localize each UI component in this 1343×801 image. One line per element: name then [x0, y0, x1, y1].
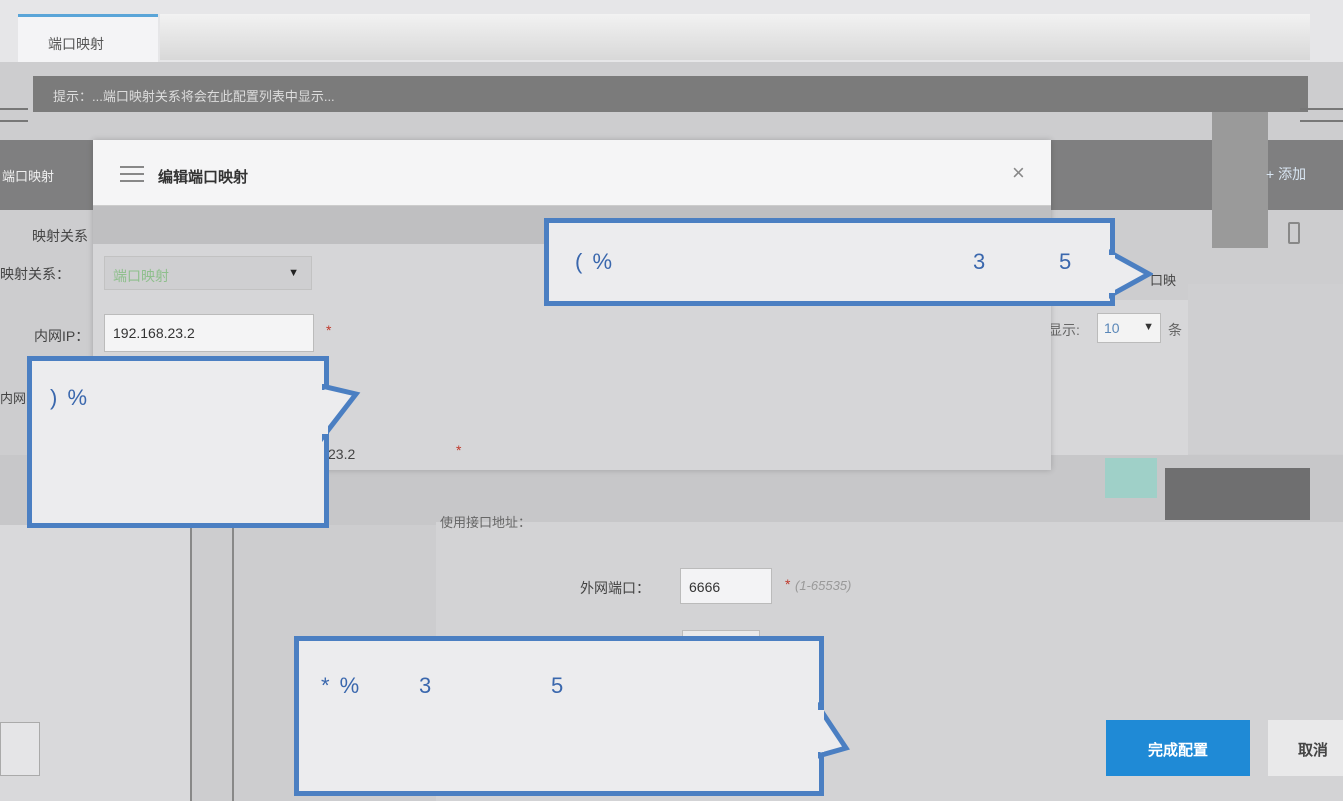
chevron-down-icon: ▼: [288, 267, 299, 279]
inner-ip-input[interactable]: 192.168.23.2: [104, 314, 314, 352]
callout-f: ) %: [27, 356, 329, 528]
background-title: 端口映射: [2, 169, 55, 184]
trash-icon[interactable]: [1288, 222, 1300, 244]
garbled-teal-block: [1105, 458, 1157, 498]
notice-bar: 提示：...端口映射关系将会在此配置列表中显示...: [33, 76, 1308, 112]
mapping-select[interactable]: 端口映射 ▼: [104, 256, 312, 290]
external-port-input[interactable]: 6666: [680, 568, 772, 604]
callout-g-num2: 5: [551, 673, 566, 698]
callout-f-text: ) %: [50, 385, 89, 410]
callout-g-pointer: [818, 702, 850, 759]
menu-icon: [0, 108, 28, 122]
partial-label: 内网: [0, 391, 27, 406]
callout-g-text: * %: [321, 673, 362, 698]
callout-f-pointer: [322, 384, 361, 442]
menu-icon: [120, 166, 144, 182]
close-icon[interactable]: ×: [1012, 160, 1025, 186]
tab-port-mapping[interactable]: 端口映射: [18, 14, 158, 62]
finish-config-button[interactable]: 完成配置: [1106, 720, 1250, 776]
cancel-button[interactable]: 取消: [1268, 720, 1343, 776]
background-column: [1212, 112, 1268, 248]
callout-g: * % 3 5: [294, 636, 824, 796]
page-size-value: 10: [1104, 320, 1120, 336]
tab-bar-filler: [160, 14, 1310, 60]
garbled-dark-block: [1165, 468, 1310, 520]
required-marker: *: [326, 322, 332, 338]
required-marker: *: [456, 442, 462, 458]
callout-e-num2: 5: [1059, 249, 1074, 274]
modal-title: 编辑端口映射: [158, 169, 249, 186]
use-interface-label: 使用接口地址：: [440, 515, 532, 530]
port-range-hint: (1-65535): [795, 578, 852, 593]
required-marker: *: [785, 576, 791, 592]
lower-left-button[interactable]: [0, 722, 40, 776]
callout-e-num1: 3: [973, 249, 988, 274]
callout-e-pointer: [1109, 249, 1153, 299]
mapping-label: 映射关系：: [0, 266, 70, 282]
add-button[interactable]: + 添加: [1266, 164, 1306, 184]
chevron-down-icon: ▼: [1143, 321, 1154, 333]
callout-e-text: ( %: [575, 249, 614, 274]
divider: [232, 525, 234, 801]
page-size-label: 显示:: [1048, 322, 1080, 338]
divider: [190, 525, 192, 801]
column-header-mapping: 映射关系: [32, 228, 88, 244]
right-strip: [1188, 284, 1343, 454]
callout-e: ( % 3 5: [544, 218, 1115, 306]
inner-ip-label: 内网IP：: [34, 328, 90, 344]
partial-value: 23.2: [328, 446, 356, 462]
mapping-value: 端口映射: [113, 268, 169, 284]
menu-icon: [1300, 108, 1343, 122]
partial-label: 口映: [1150, 273, 1177, 288]
page-size-unit: 条: [1168, 322, 1182, 338]
callout-g-num1: 3: [419, 673, 434, 698]
external-port-label: 外网端口：: [580, 580, 650, 596]
page-size-select[interactable]: 10 ▼: [1097, 313, 1161, 343]
